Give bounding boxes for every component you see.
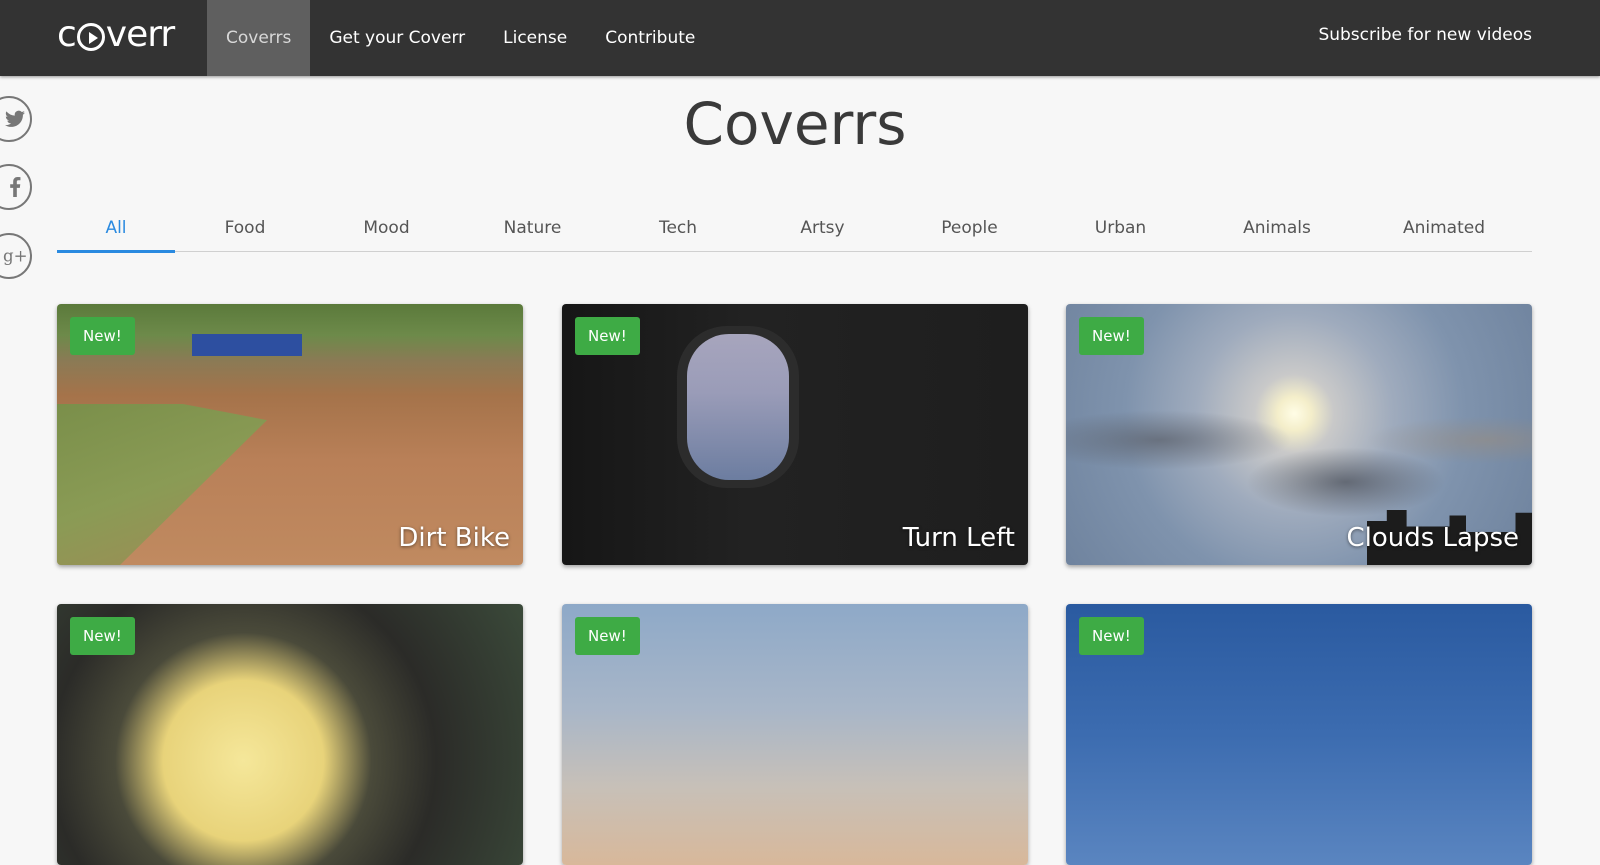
video-card-sky[interactable]: New! [562, 604, 1028, 865]
google-plus-share-button[interactable]: g+ [0, 233, 32, 279]
video-title: Clouds Lapse [1346, 523, 1519, 553]
new-badge: New! [575, 317, 640, 355]
tab-tech[interactable]: Tech [607, 204, 749, 252]
new-badge: New! [1079, 617, 1144, 655]
tab-mood[interactable]: Mood [315, 204, 458, 252]
tab-all[interactable]: All [57, 204, 175, 253]
tab-urban[interactable]: Urban [1043, 204, 1198, 252]
main-nav: Coverrs Get your Coverr License Contribu… [207, 0, 714, 76]
new-badge: New! [70, 317, 135, 355]
nav-coverrs[interactable]: Coverrs [207, 0, 311, 76]
subscribe-link[interactable]: Subscribe for new videos [1318, 0, 1532, 70]
video-card-clouds-lapse[interactable]: New! Clouds Lapse [1066, 304, 1532, 565]
video-title: Turn Left [902, 523, 1015, 553]
category-tabs: All Food Mood Nature Tech Artsy People U… [57, 204, 1532, 253]
nav-contribute[interactable]: Contribute [586, 0, 714, 76]
tab-people[interactable]: People [896, 204, 1043, 252]
tab-artsy[interactable]: Artsy [749, 204, 896, 252]
new-badge: New! [70, 617, 135, 655]
facebook-icon [10, 177, 21, 197]
page-title: Coverrs [683, 90, 907, 158]
video-card-food[interactable]: New! [57, 604, 523, 865]
svg-text:g+: g+ [3, 247, 27, 266]
top-navigation-bar: c verr Coverrs Get your Coverr License Co… [0, 0, 1600, 76]
facebook-share-button[interactable] [0, 164, 32, 210]
new-badge: New! [575, 617, 640, 655]
tab-animated[interactable]: Animated [1356, 204, 1532, 252]
play-icon [76, 23, 105, 51]
coverr-logo[interactable]: c verr [57, 14, 175, 55]
google-plus-icon: g+ [3, 247, 27, 266]
video-card-turn-left[interactable]: New! Turn Left [562, 304, 1028, 565]
tab-nature[interactable]: Nature [458, 204, 607, 252]
video-card-dirt-bike[interactable]: New! Dirt Bike [57, 304, 523, 565]
tab-animals[interactable]: Animals [1198, 204, 1356, 252]
new-badge: New! [1079, 317, 1144, 355]
tab-food[interactable]: Food [175, 204, 315, 252]
video-card-blue-sky[interactable]: New! [1066, 604, 1532, 865]
video-title: Dirt Bike [398, 523, 510, 553]
nav-get-your-coverr[interactable]: Get your Coverr [310, 0, 484, 76]
nav-license[interactable]: License [484, 0, 586, 76]
